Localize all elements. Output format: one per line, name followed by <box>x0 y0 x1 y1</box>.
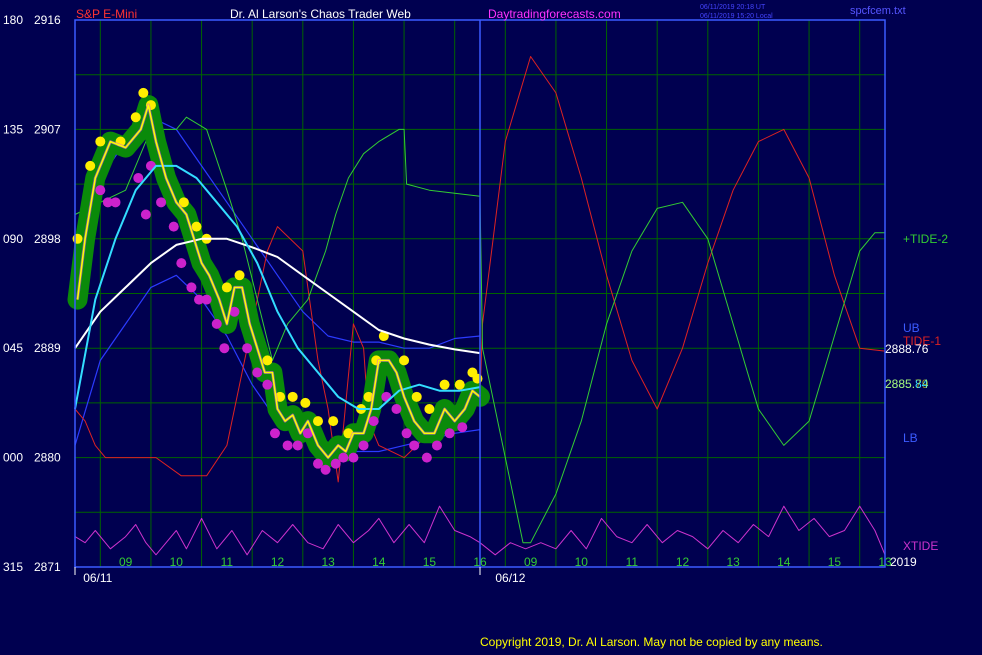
magenta-dot <box>409 440 420 451</box>
upper-band-label: UB <box>903 321 920 335</box>
magenta-dot <box>168 221 179 232</box>
magenta-dot <box>201 294 212 305</box>
magenta-dot <box>401 428 412 439</box>
magenta-dot <box>431 440 442 451</box>
yellow-dot <box>439 379 450 390</box>
magenta-dot <box>140 209 151 220</box>
site-name: Daytradingforecasts.com <box>488 7 621 21</box>
chart-window: 180 2916 135 2907 090 2898 045 2889 000 2880 315 28… <box>0 0 982 650</box>
copyright-notice: Copyright 2019, Dr. Al Larson. May not b… <box>480 635 823 649</box>
yellow-dot <box>300 397 311 408</box>
x-tick-hour: 13 <box>321 555 335 569</box>
yellow-dot <box>191 221 202 232</box>
y-tick-price: 2898 <box>34 232 61 246</box>
magenta-dot <box>262 379 273 390</box>
magenta-dot <box>444 428 455 439</box>
x-tick-hour: 12 <box>271 555 285 569</box>
magenta-dot <box>219 343 230 354</box>
yellow-dot <box>472 373 483 384</box>
magenta-dot <box>211 318 222 329</box>
x-date-label: 06/12 <box>495 571 525 585</box>
yellow-dot <box>328 416 339 427</box>
magenta-dot <box>292 440 303 451</box>
y-tick-left: 045 <box>3 341 23 355</box>
symbol-label: S&P E-Mini <box>76 7 137 21</box>
year-label: 2019 <box>890 555 917 569</box>
yellow-dot <box>95 136 106 147</box>
yellow-dot <box>287 391 298 402</box>
yellow-dot <box>262 355 273 366</box>
yellow-dot <box>424 403 435 414</box>
magenta-dot <box>156 197 167 208</box>
timestamp-ut: 06/11/2019 20:18 UT <box>700 4 766 11</box>
yellow-dot <box>85 160 96 171</box>
yellow-dot <box>234 270 245 281</box>
yellow-dot <box>313 416 323 427</box>
ma-value2-label: 2885.79 <box>885 377 929 391</box>
magenta-dot <box>320 464 331 475</box>
x-tick-hour: 09 <box>524 555 538 569</box>
magenta-dot <box>457 422 468 433</box>
timestamp-local: 06/11/2019 15:20 Local <box>700 13 773 20</box>
chart-title: Dr. Al Larson's Chaos Trader Web <box>230 7 411 21</box>
magenta-dot <box>348 452 359 463</box>
x-tick-hour: 13 <box>726 555 740 569</box>
x-tick-hour: 12 <box>676 555 690 569</box>
lower-band-label: LB <box>903 431 918 445</box>
x-tick-hour: 10 <box>170 555 184 569</box>
yellow-dot <box>411 391 422 402</box>
magenta-dot <box>368 416 379 427</box>
magenta-dot <box>421 452 432 463</box>
data-file-name: spcfcem.txt <box>850 5 906 17</box>
magenta-dot <box>186 282 197 293</box>
x-date-label: 06/11 <box>83 571 112 585</box>
magenta-dot <box>269 428 280 439</box>
yellow-dot <box>221 282 232 293</box>
y-tick-price: 2880 <box>34 451 61 465</box>
magenta-dot <box>358 440 369 451</box>
magenta-dot <box>242 343 253 354</box>
y-tick-left: 315 <box>3 560 23 574</box>
magenta-dot <box>338 452 349 463</box>
magenta-dot <box>176 258 187 269</box>
magenta-dot <box>145 160 156 171</box>
y-tick-left: 090 <box>3 232 23 246</box>
y-tick-price: 2907 <box>34 122 61 136</box>
yellow-dot <box>130 112 141 123</box>
magenta-dot <box>95 185 106 196</box>
y-tick-left: 180 <box>3 13 23 27</box>
chaos-trader-chart: 180 2916 135 2907 090 2898 045 2889 000 2880 315 28… <box>0 0 982 650</box>
tide2-label: +TIDE-2 <box>903 232 948 246</box>
x-tick-hour: 15 <box>423 555 437 569</box>
yellow-dot <box>72 233 83 244</box>
yellow-dot <box>399 355 410 366</box>
x-tick-hour: 14 <box>777 555 791 569</box>
magenta-dot <box>252 367 263 378</box>
x-tick-hour: 09 <box>119 555 133 569</box>
y-tick-price: 2871 <box>34 560 61 574</box>
yellow-dot <box>138 87 149 98</box>
x-tick-hour: 11 <box>626 555 639 569</box>
magenta-dot <box>282 440 293 451</box>
y-tick-price: 2916 <box>34 13 61 27</box>
xtide-label: XTIDE <box>903 539 938 553</box>
x-tick-hour: 16 <box>473 555 487 569</box>
magenta-dot <box>391 403 402 414</box>
y-tick-left: 000 <box>3 451 23 465</box>
x-tick-hour: 14 <box>372 555 386 569</box>
x-tick-hour: 11 <box>221 555 234 569</box>
yellow-dot <box>454 379 465 390</box>
y-tick-price: 2889 <box>34 341 61 355</box>
last-price-label: 2888.76 <box>885 342 929 356</box>
magenta-dot <box>110 197 121 208</box>
y-tick-left: 135 <box>3 122 23 136</box>
x-tick-hour: 10 <box>575 555 589 569</box>
x-tick-hour: 15 <box>828 555 842 569</box>
